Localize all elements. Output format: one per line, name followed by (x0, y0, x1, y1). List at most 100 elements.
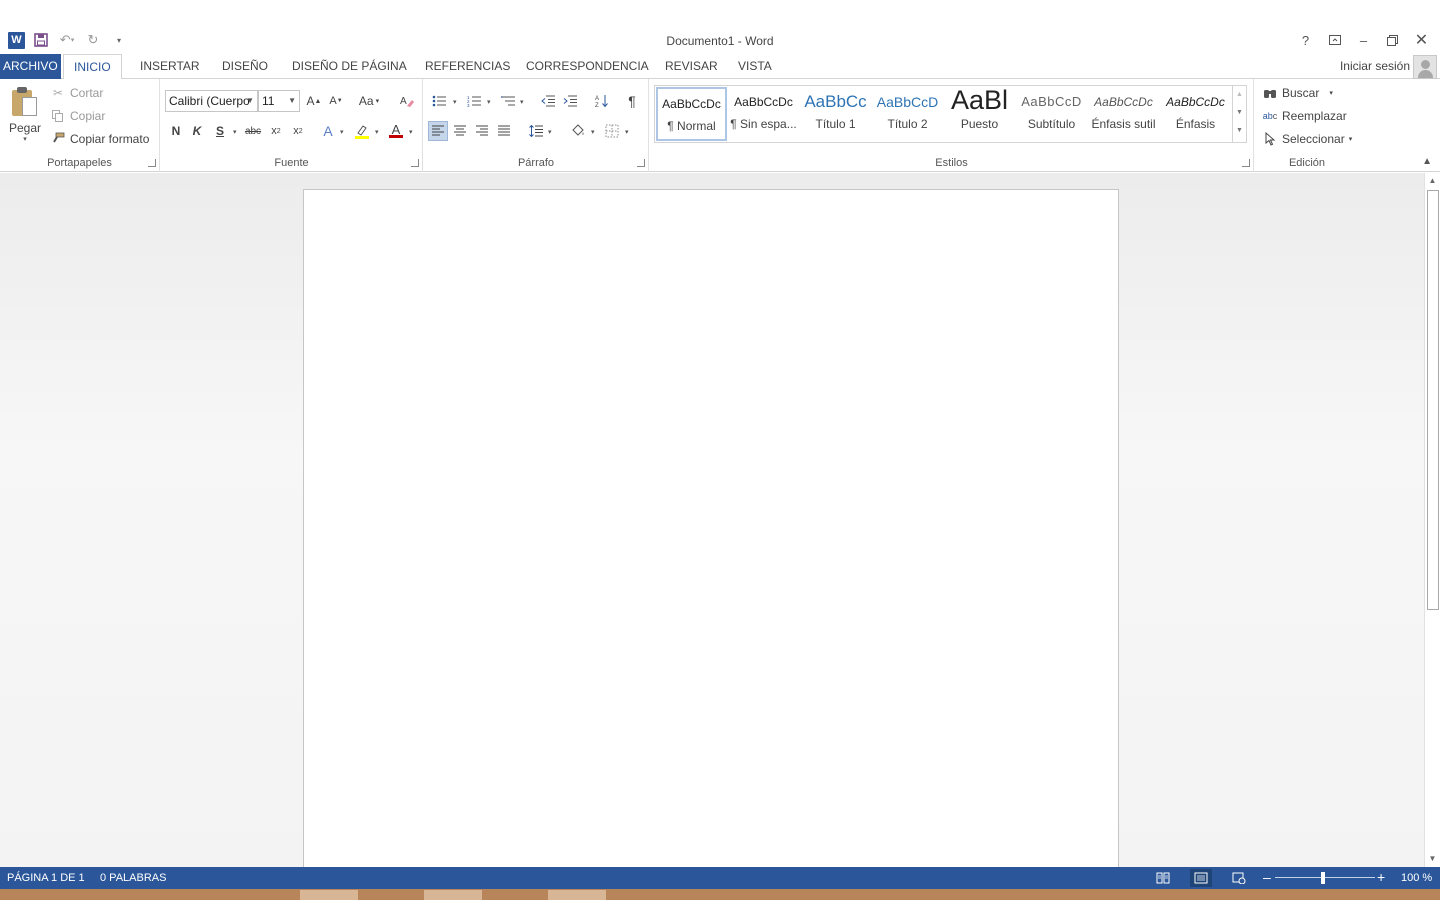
style-normal[interactable]: AaBbCcDc ¶ Normal (656, 87, 727, 141)
underline-button[interactable]: S (210, 121, 230, 141)
collapse-ribbon-icon[interactable]: ▲ (1422, 156, 1432, 167)
show-formatting-marks-icon[interactable]: ¶ (622, 91, 642, 111)
font-size-combo[interactable]: 11 ▼ (258, 90, 300, 112)
avatar[interactable] (1413, 55, 1437, 79)
tab-correspondencia[interactable]: CORRESPONDENCIA (516, 54, 659, 79)
superscript-icon[interactable]: x2 (288, 121, 308, 141)
tab-insertar[interactable]: INSERTAR (130, 54, 210, 79)
paste-button[interactable]: Pegar ▾ (6, 85, 44, 149)
paragraph-launcher-icon[interactable] (637, 159, 645, 167)
scroll-up-icon[interactable]: ▲ (1425, 173, 1440, 189)
tab-diseno-de-pagina[interactable]: DISEÑO DE PÁGINA (282, 54, 417, 79)
taskbar-app-icon[interactable] (60, 890, 118, 900)
tab-archivo[interactable]: ARCHIVO (0, 54, 61, 79)
style-no-spacing[interactable]: AaBbCcDc ¶ Sin espa... (728, 87, 799, 141)
find-button[interactable]: Buscar ▾ (1262, 83, 1333, 103)
sort-icon[interactable]: AZ (592, 91, 612, 111)
taskbar-app-icon[interactable] (486, 890, 544, 900)
grow-font-icon[interactable]: A ▲ (304, 91, 324, 111)
vertical-scrollbar[interactable]: ▲ ▼ (1424, 173, 1440, 867)
style-subtle-emphasis[interactable]: AaBbCcDc Énfasis sutil (1088, 87, 1159, 141)
styles-launcher-icon[interactable] (1242, 159, 1250, 167)
decrease-indent-icon[interactable] (538, 91, 558, 111)
chevron-down-icon[interactable]: ▾ (409, 128, 413, 136)
zoom-slider[interactable] (1275, 877, 1375, 878)
increase-indent-icon[interactable] (560, 91, 580, 111)
ribbon-display-options-icon[interactable] (1320, 30, 1349, 50)
chevron-down-icon[interactable]: ▾ (548, 128, 552, 136)
font-name-combo[interactable]: Calibri (Cuerpo ▼ (165, 90, 258, 112)
zoom-out-icon[interactable]: – (1263, 869, 1271, 885)
zoom-in-icon[interactable]: + (1377, 869, 1385, 885)
select-button[interactable]: Seleccionar ▾ (1262, 129, 1352, 149)
scrollbar-thumb[interactable] (1427, 190, 1439, 610)
tab-revisar[interactable]: REVISAR (655, 54, 728, 79)
page-count[interactable]: PÁGINA 1 DE 1 (7, 872, 85, 884)
replace-button[interactable]: ab c Reemplazar (1262, 106, 1347, 126)
document-page[interactable] (303, 189, 1119, 879)
line-spacing-icon[interactable] (526, 121, 546, 141)
font-color-icon[interactable]: A (386, 121, 406, 141)
align-left-icon[interactable] (428, 121, 448, 141)
align-center-icon[interactable] (450, 121, 470, 141)
style-emphasis[interactable]: AaBbCcDc Énfasis (1160, 87, 1231, 141)
taskbar-app-icon[interactable] (120, 890, 178, 900)
cut-button[interactable]: ✂ Cortar (50, 83, 103, 103)
taskbar-app-icon[interactable] (180, 890, 238, 900)
text-effects-icon[interactable]: A (318, 121, 338, 141)
gallery-up-icon[interactable]: ▲ (1233, 86, 1246, 104)
numbering-icon[interactable]: 123 (464, 91, 484, 111)
clear-formatting-icon[interactable]: A (397, 91, 417, 111)
taskbar-app-icon[interactable] (240, 890, 298, 900)
chevron-down-icon[interactable]: ▾ (375, 128, 379, 136)
gallery-down-icon[interactable]: ▼ (1233, 104, 1246, 122)
help-icon[interactable]: ? (1291, 30, 1320, 50)
subscript-icon[interactable]: x2 (266, 121, 286, 141)
chevron-down-icon[interactable]: ▾ (453, 98, 457, 106)
style-heading-1[interactable]: AaBbCc Título 1 (800, 87, 871, 141)
chevron-down-icon[interactable]: ▾ (340, 128, 344, 136)
bullets-icon[interactable] (429, 91, 449, 111)
tab-inicio[interactable]: INICIO (63, 54, 122, 80)
highlight-icon[interactable] (352, 121, 372, 141)
print-layout-icon[interactable] (1190, 869, 1212, 887)
strikethrough-button[interactable]: abc (243, 121, 263, 141)
tab-vista[interactable]: VISTA (728, 54, 782, 79)
taskbar-app-icon[interactable] (548, 890, 606, 900)
style-subtitle[interactable]: AaBbCcD Subtítulo (1016, 87, 1087, 141)
shrink-font-icon[interactable]: A ▼ (326, 91, 346, 111)
tab-referencias[interactable]: REFERENCIAS (415, 54, 520, 79)
taskbar-app-icon[interactable] (362, 890, 420, 900)
tab-diseno[interactable]: DISEÑO (212, 54, 278, 79)
align-right-icon[interactable] (472, 121, 492, 141)
minimize-icon[interactable]: – (1349, 30, 1378, 50)
zoom-level[interactable]: 100 % (1401, 872, 1432, 884)
web-layout-icon[interactable] (1228, 869, 1250, 887)
italic-button[interactable]: K (187, 121, 207, 141)
gallery-more-icon[interactable]: ▼ (1233, 122, 1246, 140)
taskbar-word-icon[interactable] (424, 890, 482, 900)
bold-button[interactable]: N (166, 121, 186, 141)
style-heading-2[interactable]: AaBbCcD Título 2 (872, 87, 943, 141)
borders-icon[interactable] (602, 121, 622, 141)
chevron-down-icon[interactable]: ▾ (487, 98, 491, 106)
close-icon[interactable]: ✕ (1407, 30, 1436, 50)
zoom-slider-thumb[interactable] (1321, 872, 1325, 884)
taskbar-app-icon[interactable] (300, 890, 358, 900)
restore-icon[interactable] (1378, 30, 1407, 50)
justify-icon[interactable] (494, 121, 514, 141)
word-count[interactable]: 0 PALABRAS (100, 872, 166, 884)
font-launcher-icon[interactable] (411, 159, 419, 167)
style-title[interactable]: AaBl Puesto (944, 87, 1015, 141)
scroll-down-icon[interactable]: ▼ (1425, 851, 1440, 867)
shading-icon[interactable] (568, 121, 588, 141)
format-painter-button[interactable]: Copiar formato (50, 129, 149, 149)
clipboard-launcher-icon[interactable] (148, 159, 156, 167)
copy-button[interactable]: Copiar (50, 106, 105, 126)
multilevel-list-icon[interactable] (498, 91, 518, 111)
read-mode-icon[interactable] (1152, 869, 1174, 887)
chevron-down-icon[interactable]: ▾ (625, 128, 629, 136)
chevron-down-icon[interactable]: ▾ (591, 128, 595, 136)
underline-dropdown-icon[interactable]: ▾ (233, 128, 237, 136)
chevron-down-icon[interactable]: ▾ (520, 98, 524, 106)
